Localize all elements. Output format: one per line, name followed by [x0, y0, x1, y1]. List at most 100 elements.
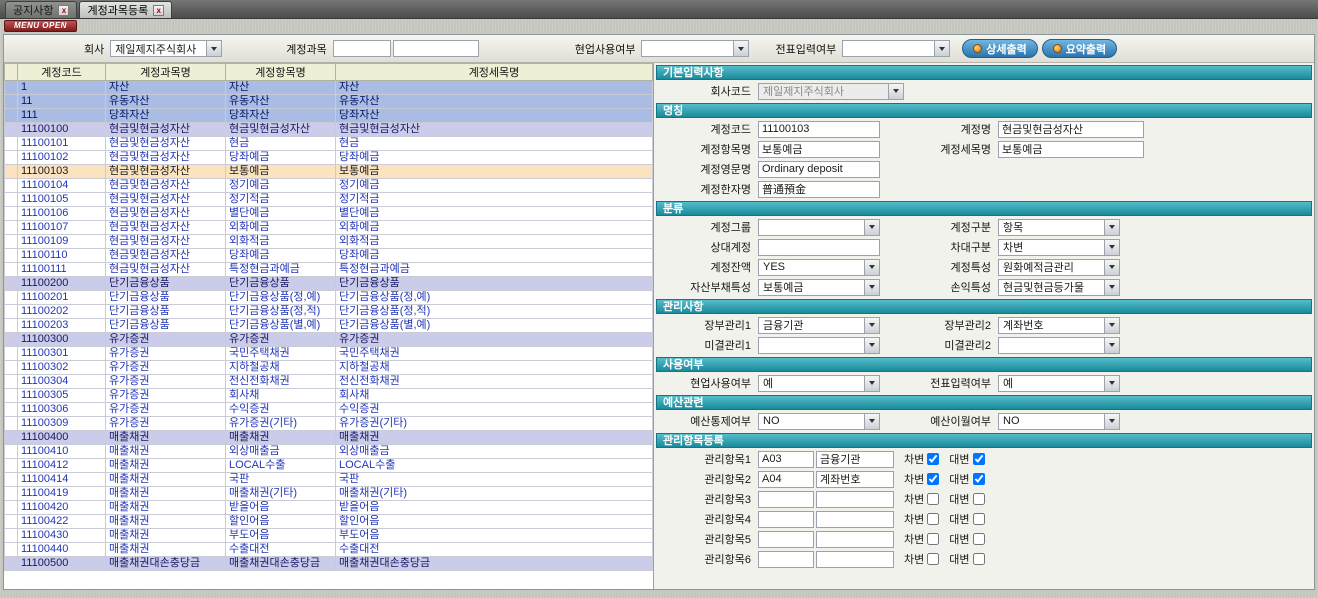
cell-item[interactable]: 자산 [226, 81, 336, 95]
balance-select[interactable]: YES [758, 259, 880, 276]
table-row[interactable]: 11100309유가증권유가증권(기타)유가증권(기타) [5, 417, 653, 431]
table-row[interactable]: 11100400매출채권매출채권매출채권 [5, 431, 653, 445]
row-gutter[interactable] [5, 305, 18, 319]
mgmt-item-name-input[interactable] [816, 531, 894, 548]
table-row[interactable]: 1자산자산자산 [5, 81, 653, 95]
table-row[interactable]: 11100102현금및현금성자산당좌예금당좌예금 [5, 151, 653, 165]
cell-item[interactable]: 국민주택채권 [226, 347, 336, 361]
cell-detail[interactable]: 부도어음 [336, 529, 653, 543]
cell-detail[interactable]: 단기금융상품(정,적) [336, 305, 653, 319]
close-icon[interactable]: x [58, 5, 69, 16]
cell-item[interactable]: 단기금융상품(별,예) [226, 319, 336, 333]
cell-item[interactable]: 유가증권 [226, 333, 336, 347]
row-gutter[interactable] [5, 445, 18, 459]
table-row[interactable]: 11100111현금및현금성자산특정현금과예금특정현금과예금 [5, 263, 653, 277]
cell-code[interactable]: 1 [18, 81, 106, 95]
row-gutter[interactable] [5, 333, 18, 347]
row-gutter[interactable] [5, 221, 18, 235]
mgmt-item-code-input[interactable] [758, 451, 814, 468]
cell-code[interactable]: 11100201 [18, 291, 106, 305]
cell-item[interactable]: 당좌자산 [226, 109, 336, 123]
trait-select[interactable]: 원화예적금관리 [998, 259, 1120, 276]
cell-item[interactable]: 별단예금 [226, 207, 336, 221]
cell-detail[interactable]: 현금및현금성자산 [336, 123, 653, 137]
row-gutter[interactable] [5, 263, 18, 277]
open1-select[interactable] [758, 337, 880, 354]
cell-name[interactable]: 현금및현금성자산 [106, 123, 226, 137]
row-gutter[interactable] [5, 95, 18, 109]
cell-code[interactable]: 11100203 [18, 319, 106, 333]
table-row-selected[interactable]: 11100103현금및현금성자산보통예금보통예금 [5, 165, 653, 179]
chadae-select[interactable]: 차변 [998, 239, 1120, 256]
cell-item[interactable]: 지하철공채 [226, 361, 336, 375]
cell-detail[interactable]: 수출대전 [336, 543, 653, 557]
cell-detail[interactable]: 매출채권(기타) [336, 487, 653, 501]
table-row[interactable]: 11100109현금및현금성자산외화적금외화적금 [5, 235, 653, 249]
mgmt-item-code-input[interactable] [758, 551, 814, 568]
table-row[interactable]: 11100301유가증권국민주택채권국민주택채권 [5, 347, 653, 361]
cell-item[interactable]: 수익증권 [226, 403, 336, 417]
cell-name[interactable]: 유가증권 [106, 347, 226, 361]
row-gutter[interactable] [5, 123, 18, 137]
debit-checkbox[interactable] [927, 533, 939, 545]
credit-checkbox[interactable] [973, 553, 985, 565]
cell-item[interactable]: 국판 [226, 473, 336, 487]
cell-detail[interactable]: 정기예금 [336, 179, 653, 193]
cell-code[interactable]: 11100400 [18, 431, 106, 445]
row-gutter[interactable] [5, 151, 18, 165]
table-row[interactable]: 11유동자산유동자산유동자산 [5, 95, 653, 109]
cell-code[interactable]: 11100410 [18, 445, 106, 459]
cell-name[interactable]: 현금및현금성자산 [106, 249, 226, 263]
cell-name[interactable]: 현금및현금성자산 [106, 179, 226, 193]
table-row[interactable]: 11100304유가증권전신전화채권전신전화채권 [5, 375, 653, 389]
credit-checkbox[interactable] [973, 533, 985, 545]
cell-code[interactable]: 11100111 [18, 263, 106, 277]
table-row[interactable]: 11100202단기금융상품단기금융상품(정,적)단기금융상품(정,적) [5, 305, 653, 319]
cell-detail[interactable]: 자산 [336, 81, 653, 95]
field-use-select[interactable]: 예 [758, 375, 880, 392]
cell-detail[interactable]: 매출채권 [336, 431, 653, 445]
table-row[interactable]: 11100302유가증권지하철공채지하철공채 [5, 361, 653, 375]
cell-item[interactable]: 특정현금과예금 [226, 263, 336, 277]
cell-detail[interactable]: 국민주택채권 [336, 347, 653, 361]
table-row[interactable]: 11100101현금및현금성자산현금현금 [5, 137, 653, 151]
cell-name[interactable]: 매출채권 [106, 431, 226, 445]
cell-code[interactable]: 11100500 [18, 557, 106, 571]
mgmt-item-name-input[interactable] [816, 491, 894, 508]
cell-name[interactable]: 현금및현금성자산 [106, 165, 226, 179]
table-row[interactable]: 11100430매출채권부도어음부도어음 [5, 529, 653, 543]
cell-item[interactable]: 당좌예금 [226, 151, 336, 165]
mgmt-item-code-input[interactable] [758, 531, 814, 548]
cell-code[interactable]: 11 [18, 95, 106, 109]
row-gutter[interactable] [5, 277, 18, 291]
credit-checkbox[interactable] [973, 513, 985, 525]
use-filter-select[interactable] [641, 40, 749, 57]
cell-item[interactable]: LOCAL수출 [226, 459, 336, 473]
table-row[interactable]: 11100410매출채권외상매출금외상매출금 [5, 445, 653, 459]
row-gutter[interactable] [5, 459, 18, 473]
cell-detail[interactable]: 외화예금 [336, 221, 653, 235]
cell-name[interactable]: 매출채권 [106, 529, 226, 543]
cell-item[interactable]: 단기금융상품(정,적) [226, 305, 336, 319]
cell-detail[interactable]: 특정현금과예금 [336, 263, 653, 277]
cell-item[interactable]: 매출채권대손충당금 [226, 557, 336, 571]
row-gutter[interactable] [5, 557, 18, 571]
row-gutter[interactable] [5, 487, 18, 501]
row-gutter[interactable] [5, 193, 18, 207]
cell-code[interactable]: 11100102 [18, 151, 106, 165]
account-gubun-select[interactable]: 항목 [998, 219, 1120, 236]
cell-code[interactable]: 11100420 [18, 501, 106, 515]
cell-item[interactable]: 회사채 [226, 389, 336, 403]
table-row[interactable]: 11100201단기금융상품단기금융상품(정,예)단기금융상품(정,예) [5, 291, 653, 305]
cell-item[interactable]: 정기예금 [226, 179, 336, 193]
cell-code[interactable]: 11100106 [18, 207, 106, 221]
cell-item[interactable]: 외화예금 [226, 221, 336, 235]
table-row[interactable]: 11100419매출채권매출채권(기타)매출채권(기타) [5, 487, 653, 501]
debit-checkbox[interactable] [927, 453, 939, 465]
col-header-item[interactable]: 계정항목명 [226, 64, 336, 81]
cell-name[interactable]: 현금및현금성자산 [106, 263, 226, 277]
col-header-name[interactable]: 계정과목명 [106, 64, 226, 81]
cell-item[interactable]: 받을어음 [226, 501, 336, 515]
cell-name[interactable]: 매출채권 [106, 445, 226, 459]
opposite-account-input[interactable] [758, 239, 880, 256]
